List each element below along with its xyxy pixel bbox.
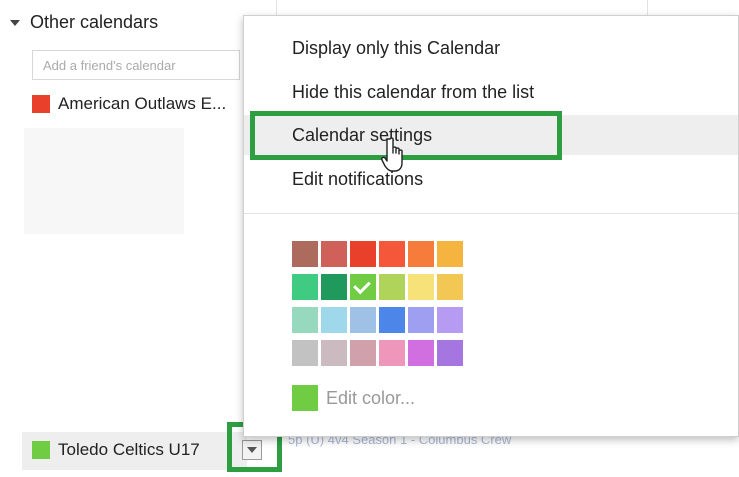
color-swatch[interactable] — [408, 241, 434, 267]
color-swatch[interactable] — [350, 274, 376, 300]
color-swatch[interactable] — [350, 340, 376, 366]
color-swatch[interactable] — [292, 274, 318, 300]
color-swatch[interactable] — [321, 241, 347, 267]
color-swatch[interactable] — [292, 340, 318, 366]
color-swatch[interactable] — [350, 241, 376, 267]
color-swatch[interactable] — [379, 241, 405, 267]
edit-color-swatch — [292, 385, 318, 411]
calendar-color-swatch — [32, 441, 50, 459]
color-swatch[interactable] — [379, 274, 405, 300]
calendar-color-swatch — [32, 95, 50, 113]
color-swatch[interactable] — [292, 241, 318, 267]
menu-item-hide-calendar[interactable]: Hide this calendar from the list — [244, 72, 738, 112]
sidebar-empty-area — [24, 128, 184, 234]
calendar-label: American Outlaws E... — [58, 94, 227, 113]
calendar-label: Toledo Celtics U17 — [58, 440, 200, 459]
section-title: Other calendars — [30, 12, 159, 32]
color-swatch[interactable] — [321, 307, 347, 333]
calendar-options-menu: Display only this Calendar Hide this cal… — [243, 15, 739, 437]
color-palette — [292, 241, 463, 366]
color-swatch[interactable] — [437, 241, 463, 267]
color-swatch[interactable] — [379, 307, 405, 333]
color-swatch[interactable] — [379, 340, 405, 366]
collapse-triangle-icon[interactable] — [10, 19, 20, 26]
menu-item-edit-notifications[interactable]: Edit notifications — [244, 159, 738, 199]
color-swatch[interactable] — [437, 274, 463, 300]
add-friend-calendar-input[interactable]: Add a friend's calendar — [32, 50, 240, 80]
hand-pointer-cursor-icon — [381, 137, 403, 172]
checkmark-icon — [353, 276, 371, 295]
color-swatch[interactable] — [408, 340, 434, 366]
color-swatch[interactable] — [350, 307, 376, 333]
color-swatch[interactable] — [437, 307, 463, 333]
menu-item-display-only[interactable]: Display only this Calendar — [244, 28, 738, 68]
color-swatch[interactable] — [321, 340, 347, 366]
edit-color-option[interactable]: Edit color... — [292, 385, 415, 411]
edit-color-label: Edit color... — [326, 387, 416, 408]
menu-divider — [244, 213, 738, 214]
color-swatch[interactable] — [437, 340, 463, 366]
calendar-item-american-outlaws[interactable]: American Outlaws E... — [32, 94, 226, 114]
color-swatch[interactable] — [321, 274, 347, 300]
color-swatch[interactable] — [292, 307, 318, 333]
color-swatch[interactable] — [408, 307, 434, 333]
calendar-item-toledo-celtics[interactable]: Toledo Celtics U17 — [32, 440, 200, 460]
other-calendars-header[interactable]: Other calendars — [10, 12, 158, 33]
color-swatch[interactable] — [408, 274, 434, 300]
